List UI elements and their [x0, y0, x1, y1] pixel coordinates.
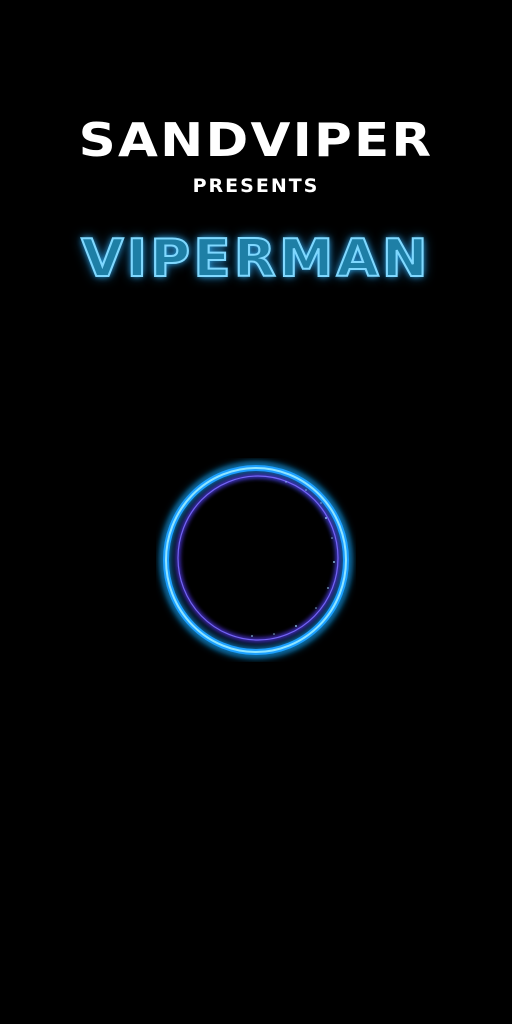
loading-indicator [156, 458, 356, 662]
splash-screen: SANDVIPER PRESENTS VIPERMAN [0, 0, 512, 1024]
game-title: VIPERMAN [80, 228, 431, 290]
loading-ring-icon [159, 461, 353, 659]
presents-label: PRESENTS [192, 175, 320, 197]
studio-name: SANDVIPER [78, 113, 434, 167]
